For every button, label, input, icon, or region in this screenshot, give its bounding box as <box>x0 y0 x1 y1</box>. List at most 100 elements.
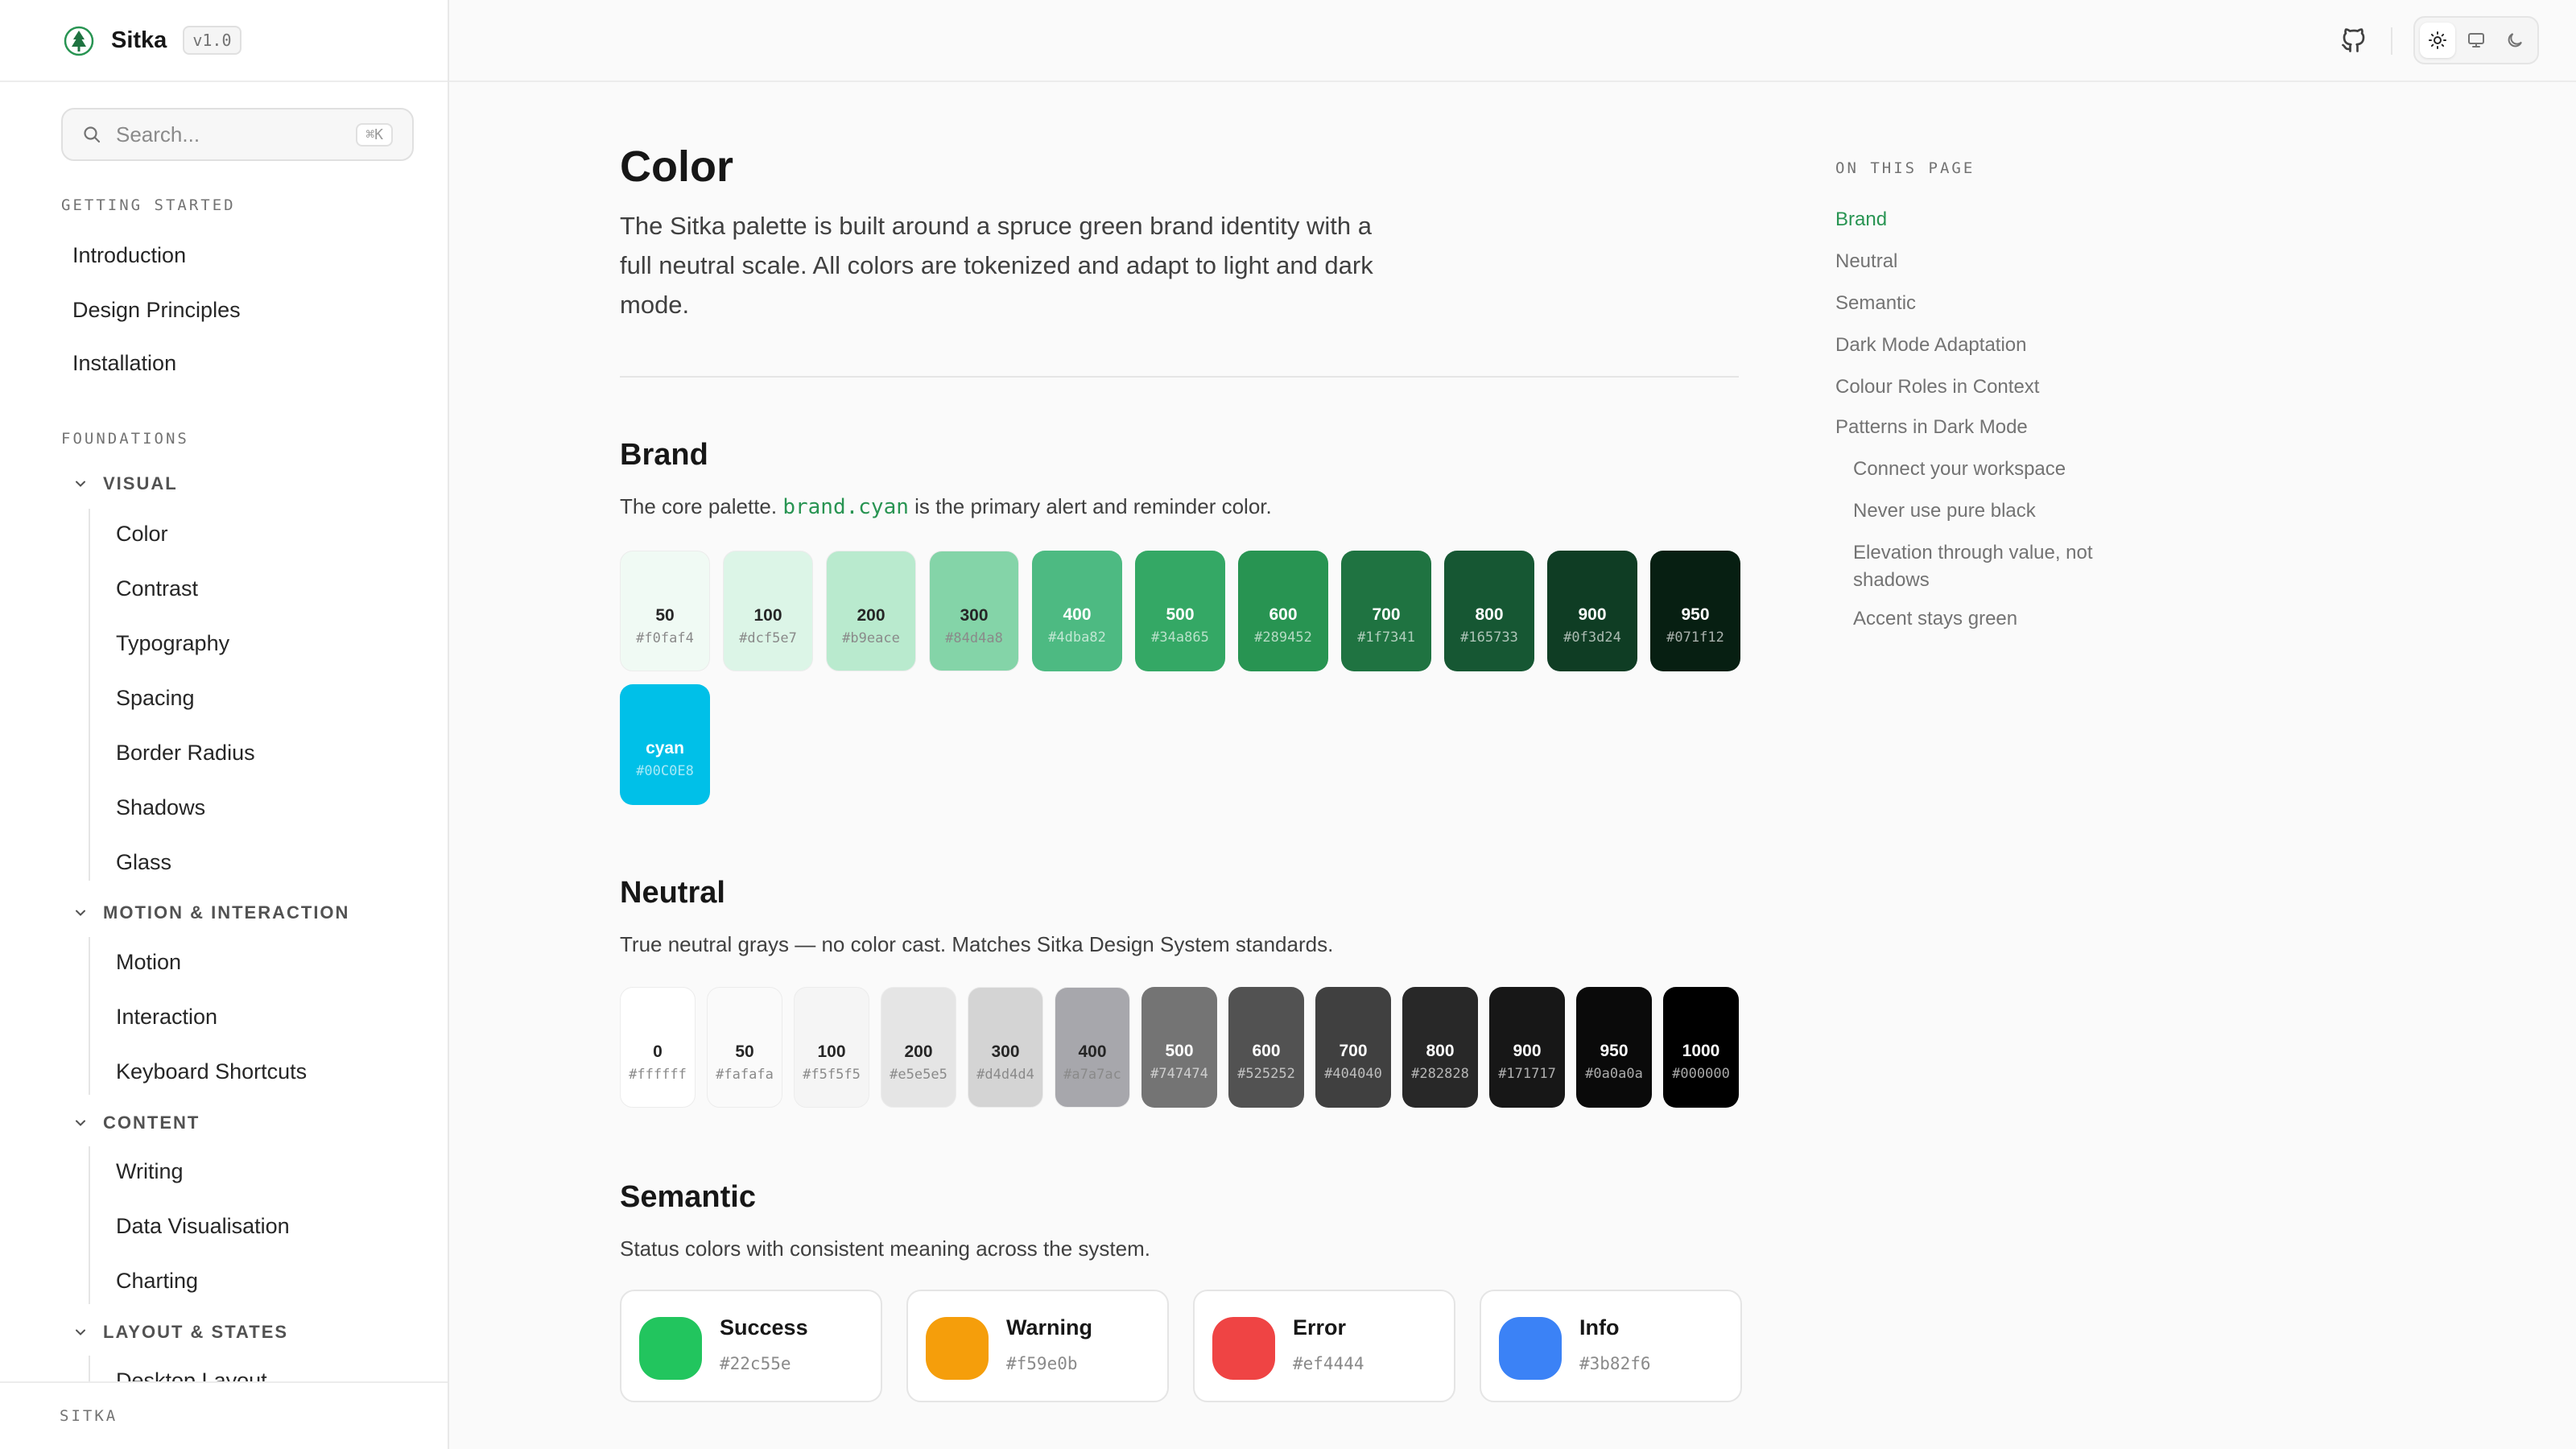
semantic-card-warning[interactable]: Warning #f59e0b <box>906 1290 1169 1402</box>
group-toggle-visual[interactable]: VISUAL <box>72 473 178 494</box>
semantic-card-error[interactable]: Error #ef4444 <box>1193 1290 1455 1402</box>
version-badge: v1.0 <box>183 26 242 55</box>
semantic-hex: #22c55e <box>720 1354 791 1373</box>
swatch-name: 900 <box>1578 605 1607 624</box>
sidebar-item-contrast[interactable]: Contrast <box>116 576 198 601</box>
sidebar-item-color[interactable]: Color <box>116 522 168 547</box>
group-label: MOTION & INTERACTION <box>103 902 350 923</box>
neutral-swatch-300[interactable]: 300 #d4d4d4 <box>968 987 1043 1108</box>
neutral-swatch-50[interactable]: 50 #fafafa <box>707 987 782 1108</box>
color-dot <box>1212 1317 1275 1380</box>
neutral-swatch-400[interactable]: 400 #a7a7ac <box>1055 987 1130 1108</box>
toc-link[interactable]: Brand <box>1835 206 1887 233</box>
group-label: VISUAL <box>103 473 178 493</box>
sidebar-item-introduction[interactable]: Introduction <box>72 243 186 268</box>
sidebar-item-shadows[interactable]: Shadows <box>116 795 205 820</box>
brand-swatch-800[interactable]: 800 #165733 <box>1444 551 1534 671</box>
sidebar-item-installation[interactable]: Installation <box>72 351 176 376</box>
neutral-swatch-1000[interactable]: 1000 #000000 <box>1663 987 1739 1108</box>
toc-link[interactable]: Never use pure black <box>1853 497 2095 525</box>
light-theme-button[interactable] <box>2420 23 2455 58</box>
dark-theme-button[interactable] <box>2497 23 2533 58</box>
swatch-name: 200 <box>857 606 886 625</box>
toc-link[interactable]: Semantic <box>1835 290 1916 317</box>
toc-link[interactable]: Dark Mode Adaptation <box>1835 332 2026 359</box>
semantic-card-info[interactable]: Info #3b82f6 <box>1480 1290 1742 1402</box>
neutral-swatch-700[interactable]: 700 #404040 <box>1315 987 1391 1108</box>
sidebar-item-keyboard-shortcuts[interactable]: Keyboard Shortcuts <box>116 1059 307 1084</box>
swatch-hex: #00C0E8 <box>636 763 694 779</box>
toc-link[interactable]: Colour Roles in Context <box>1835 374 2039 401</box>
toc-heading: ON THIS PAGE <box>1835 159 1975 177</box>
swatch-hex: #171717 <box>1498 1066 1556 1082</box>
brand-swatch-950[interactable]: 950 #071f12 <box>1650 551 1740 671</box>
neutral-swatch-100[interactable]: 100 #f5f5f5 <box>794 987 869 1108</box>
brand-swatch-300[interactable]: 300 #84d4a8 <box>929 551 1019 671</box>
toc-link[interactable]: Patterns in Dark Mode <box>1835 414 2028 441</box>
sitka-logo-icon[interactable] <box>63 25 95 57</box>
toc-link[interactable]: Connect your workspace <box>1853 456 2095 483</box>
desc-text: is the primary alert and reminder color. <box>908 494 1272 518</box>
brand-swatch-400[interactable]: 400 #4dba82 <box>1032 551 1122 671</box>
brand-swatch-100[interactable]: 100 #dcf5e7 <box>723 551 813 671</box>
swatch-hex: #f5f5f5 <box>803 1067 861 1083</box>
swatch-hex: #000000 <box>1672 1066 1730 1082</box>
search-input[interactable]: Search... ⌘K <box>61 108 414 161</box>
swatch-hex: #a7a7ac <box>1063 1067 1121 1083</box>
group-toggle-motion-interaction[interactable]: MOTION & INTERACTION <box>72 902 349 923</box>
group-toggle-layout-states[interactable]: LAYOUT & STATES <box>72 1322 288 1343</box>
semantic-card-success[interactable]: Success #22c55e <box>620 1290 882 1402</box>
sidebar-item-interaction[interactable]: Interaction <box>116 1005 217 1030</box>
swatch-name: cyan <box>646 739 684 758</box>
swatch-name: 600 <box>1252 1042 1281 1060</box>
system-theme-button[interactable] <box>2458 23 2494 58</box>
sidebar-item-typography[interactable]: Typography <box>116 631 229 656</box>
sidebar-item-charting[interactable]: Charting <box>116 1269 198 1294</box>
neutral-swatch-200[interactable]: 200 #e5e5e5 <box>881 987 956 1108</box>
swatch-hex: #34a865 <box>1151 630 1209 646</box>
app-name[interactable]: Sitka <box>111 27 167 54</box>
semantic-name: Success <box>720 1315 808 1340</box>
brand-swatch-900[interactable]: 900 #0f3d24 <box>1547 551 1637 671</box>
group-label: LAYOUT & STATES <box>103 1322 289 1342</box>
sidebar-item-spacing[interactable]: Spacing <box>116 686 195 711</box>
brand-swatch-500[interactable]: 500 #34a865 <box>1135 551 1225 671</box>
github-icon[interactable] <box>2339 26 2368 55</box>
sidebar-footer: SITKA <box>0 1381 448 1449</box>
neutral-swatch-0[interactable]: 0 #ffffff <box>620 987 696 1108</box>
swatch-name: 950 <box>1681 605 1710 624</box>
neutral-swatch-900[interactable]: 900 #171717 <box>1489 987 1565 1108</box>
swatch-name: 100 <box>753 606 782 625</box>
brand-swatch-700[interactable]: 700 #1f7341 <box>1341 551 1431 671</box>
toc-link[interactable]: Accent stays green <box>1853 605 2095 633</box>
sidebar-header: Sitka v1.0 <box>0 0 448 82</box>
sidebar-item-motion[interactable]: Motion <box>116 950 181 975</box>
swatch-hex: #071f12 <box>1666 630 1724 646</box>
brand-swatch-50[interactable]: 50 #f0faf4 <box>620 551 710 671</box>
brand-swatch-600[interactable]: 600 #289452 <box>1238 551 1328 671</box>
toc-link[interactable]: Neutral <box>1835 248 1897 275</box>
neutral-swatch-800[interactable]: 800 #282828 <box>1402 987 1478 1108</box>
sidebar-item-data-visualisation[interactable]: Data Visualisation <box>116 1214 290 1239</box>
brand-swatch-cyan[interactable]: cyan #00C0E8 <box>620 684 710 805</box>
sidebar-item-writing[interactable]: Writing <box>116 1159 184 1184</box>
sidebar-item-border-radius[interactable]: Border Radius <box>116 741 255 766</box>
group-toggle-content[interactable]: CONTENT <box>72 1113 200 1133</box>
swatch-hex: #84d4a8 <box>945 630 1003 646</box>
swatch-hex: #0f3d24 <box>1563 630 1621 646</box>
sidebar-item-glass[interactable]: Glass <box>116 850 171 875</box>
swatch-name: 50 <box>655 606 675 625</box>
swatch-hex: #f0faf4 <box>636 630 694 646</box>
page-intro: The Sitka palette is built around a spru… <box>620 212 1373 319</box>
swatch-hex: #4dba82 <box>1048 630 1106 646</box>
semantic-name: Error <box>1293 1315 1347 1340</box>
top-bar <box>449 0 2576 82</box>
neutral-swatch-950[interactable]: 950 #0a0a0a <box>1576 987 1652 1108</box>
toc-link[interactable]: Elevation through value, not shadows <box>1853 539 2095 594</box>
neutral-swatch-500[interactable]: 500 #747474 <box>1141 987 1217 1108</box>
swatch-hex: #289452 <box>1254 630 1312 646</box>
sidebar: Sitka v1.0 Search... ⌘K GETTING STARTED … <box>0 0 449 1449</box>
sidebar-item-design-principles[interactable]: Design Principles <box>72 298 241 323</box>
brand-swatch-200[interactable]: 200 #b9eace <box>826 551 916 671</box>
neutral-swatch-600[interactable]: 600 #525252 <box>1228 987 1304 1108</box>
